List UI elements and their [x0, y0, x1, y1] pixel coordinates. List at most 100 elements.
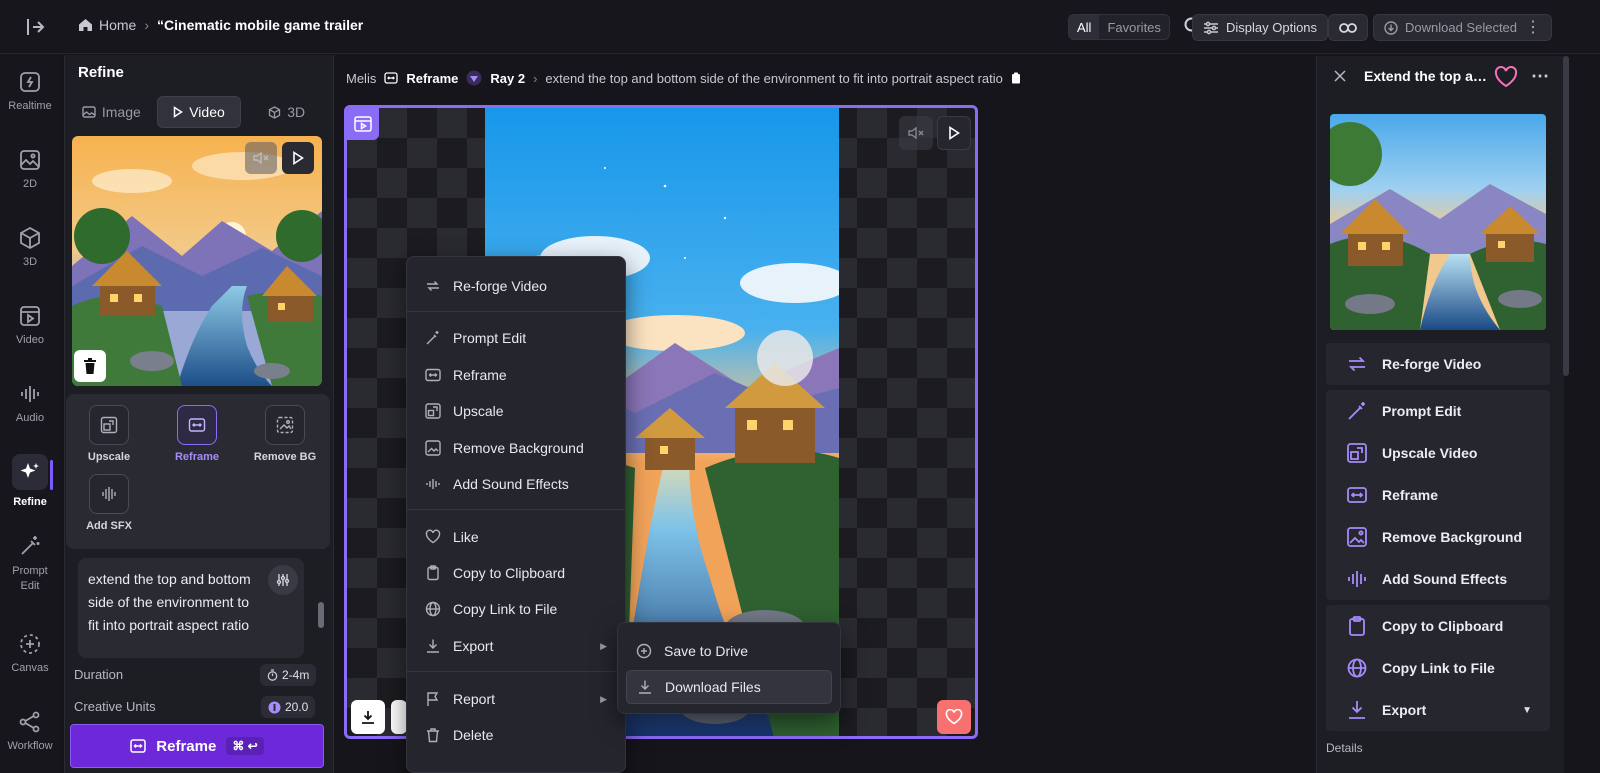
tab-3d[interactable]: 3D	[245, 96, 328, 128]
action-label: Remove Background	[1382, 529, 1523, 545]
menu-item-export[interactable]: Export ▶	[407, 631, 625, 661]
village-scene-image	[1330, 114, 1546, 330]
adjust-icon	[276, 574, 290, 586]
close-icon[interactable]	[1333, 69, 1349, 85]
tool-label: Remove BG	[253, 451, 317, 463]
prompt-settings-button[interactable]	[268, 565, 298, 595]
action-copy-clipboard[interactable]: Copy to Clipboard	[1326, 607, 1550, 645]
remove-bg-icon	[276, 416, 294, 434]
rail-label: Edit	[20, 580, 40, 592]
rail-label: 3D	[22, 256, 38, 268]
menu-item-add-sound-effects[interactable]: Add Sound Effects	[407, 469, 625, 499]
cube-icon	[269, 105, 281, 119]
trash-icon	[84, 358, 96, 374]
audio-wave-icon	[102, 487, 116, 501]
download-icon	[362, 711, 374, 724]
rail-audio[interactable]: Audio	[0, 382, 60, 424]
like-button[interactable]	[937, 700, 971, 734]
remove-bg-icon	[1347, 527, 1367, 547]
action-reforge-video[interactable]: Re-forge Video	[1326, 345, 1550, 383]
rail-realtime[interactable]: Realtime	[0, 70, 60, 112]
filter-favorites[interactable]: Favorites	[1099, 15, 1168, 39]
stage-play-button[interactable]	[937, 116, 971, 150]
user-name[interactable]: Melis	[346, 71, 376, 86]
tool-remove-bg[interactable]: Remove BG	[249, 405, 321, 463]
menu-item-like[interactable]: Like	[407, 522, 625, 552]
action-copy-link[interactable]: Copy Link to File	[1326, 649, 1550, 687]
action-upscale-video[interactable]: Upscale Video	[1326, 434, 1550, 472]
menu-item-reforge[interactable]: Re-forge Video	[407, 271, 625, 301]
menu-item-delete[interactable]: Delete	[407, 720, 625, 750]
stage-mute-button[interactable]	[899, 116, 933, 150]
units-value: 20.0	[285, 700, 309, 714]
more-horizontal-icon[interactable]: ⋯	[1531, 66, 1550, 87]
mute-button[interactable]	[245, 142, 277, 174]
menu-item-copy-link[interactable]: Copy Link to File	[407, 594, 625, 624]
menu-label: Upscale	[453, 403, 504, 419]
speaker-muted-icon	[253, 151, 269, 165]
context-menu: Re-forge Video Prompt Edit Reframe Upsca…	[406, 256, 626, 773]
favorite-heart-icon[interactable]	[1494, 66, 1518, 88]
tool-add-sfx[interactable]: Add SFX	[73, 474, 145, 532]
menu-item-copy-clipboard[interactable]: Copy to Clipboard	[407, 558, 625, 588]
detail-thumbnail[interactable]	[1330, 114, 1546, 330]
heart-icon	[945, 709, 963, 725]
more-vertical-icon[interactable]: ⋮	[1525, 19, 1541, 35]
rail-2d[interactable]: 2D	[0, 148, 60, 190]
menu-item-report[interactable]: Report ▶	[407, 684, 625, 714]
delete-source-button[interactable]	[74, 350, 106, 382]
download-selected-button[interactable]: Download Selected ⋮	[1373, 14, 1552, 41]
filter-all[interactable]: All	[1069, 15, 1100, 39]
collapse-sidebar-icon[interactable]	[24, 16, 48, 38]
rail-video[interactable]: Video	[0, 304, 60, 346]
display-options-button[interactable]: Display Options	[1192, 14, 1329, 41]
action-reframe[interactable]: Reframe	[1326, 476, 1550, 514]
stage-more-button[interactable]	[391, 700, 407, 734]
reframe-icon	[384, 72, 398, 84]
tool-reframe[interactable]: Reframe	[161, 405, 233, 463]
action-export[interactable]: Export ▼	[1326, 691, 1550, 729]
menu-item-prompt-edit[interactable]: Prompt Edit	[407, 323, 625, 353]
rail-canvas[interactable]: Canvas	[0, 632, 60, 674]
menu-label: Like	[453, 529, 479, 545]
magic-wand-icon	[1348, 402, 1365, 420]
audio-wave-icon	[21, 386, 39, 402]
tool-upscale[interactable]: Upscale	[73, 405, 145, 463]
rail-workflow[interactable]: Workflow	[0, 710, 60, 752]
model-name: Ray 2	[490, 70, 526, 86]
trash-icon	[427, 728, 439, 743]
source-video-thumbnail[interactable]	[72, 136, 322, 386]
refine-icon-wrap	[12, 454, 48, 490]
menu-item-remove-background[interactable]: Remove Background	[407, 433, 625, 463]
rail-prompt-edit[interactable]: Prompt Edit	[0, 534, 60, 592]
action-add-sound-effects[interactable]: Add Sound Effects	[1326, 560, 1550, 598]
chevron-down-icon[interactable]: ▼	[1522, 705, 1532, 716]
audio-wave-icon	[1348, 571, 1366, 587]
menu-label: Reframe	[453, 367, 507, 383]
action-remove-background[interactable]: Remove Background	[1326, 518, 1550, 556]
project-title[interactable]: “Cinematic mobile game trailer	[157, 17, 363, 33]
menu-label: Remove Background	[453, 440, 584, 456]
menu-item-reframe[interactable]: Reframe	[407, 360, 625, 390]
home-link[interactable]: Home	[78, 17, 136, 33]
play-button[interactable]	[282, 142, 314, 174]
tab-image[interactable]: Image	[70, 96, 153, 128]
rail-3d[interactable]: 3D	[0, 226, 60, 268]
link-button[interactable]	[1328, 14, 1368, 41]
action-prompt-edit[interactable]: Prompt Edit	[1326, 392, 1550, 430]
cube-icon	[20, 226, 40, 250]
submenu-download-files[interactable]: Download Files	[626, 670, 832, 704]
submenu-save-to-drive[interactable]: Save to Drive	[626, 634, 832, 668]
menu-item-upscale[interactable]: Upscale	[407, 396, 625, 426]
refine-scrollbar[interactable]	[318, 602, 324, 628]
stage-download-button[interactable]	[351, 700, 385, 734]
reframe-submit-button[interactable]: Reframe ⌘ ↩	[70, 724, 324, 768]
flag-icon	[427, 692, 439, 706]
units-label: Creative Units	[74, 699, 156, 714]
add-circle-icon	[636, 643, 652, 659]
action-label: Export	[1382, 702, 1427, 718]
details-scrollbar[interactable]	[1563, 56, 1569, 376]
village-scene-image	[72, 136, 322, 386]
tab-video[interactable]: Video	[156, 96, 242, 128]
rail-label: Refine	[13, 496, 47, 508]
